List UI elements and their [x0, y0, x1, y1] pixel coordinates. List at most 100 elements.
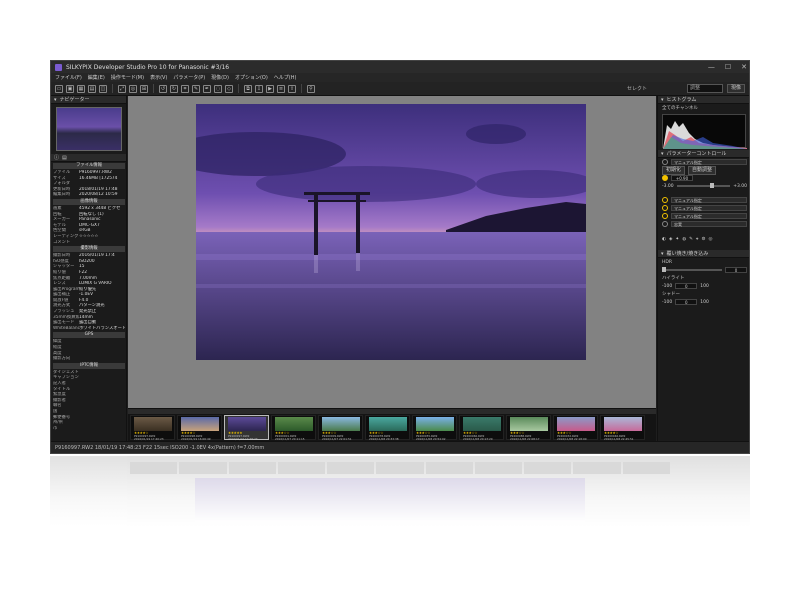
filmstrip-thumbnail[interactable]: ★★★☆☆P9260032.RW22016/11/08 22:18:00F5.6… [553, 415, 598, 444]
collapse-icon[interactable]: ▾ [661, 251, 664, 257]
collapse-icon[interactable]: ▾ [661, 151, 664, 157]
exposure-value[interactable]: +0.90 [671, 175, 693, 181]
view-single-icon[interactable]: ▣ [66, 84, 74, 93]
info-tab-exif-icon[interactable]: ▤ [62, 155, 67, 161]
rotate-right-icon[interactable]: ↻ [170, 84, 178, 93]
hdr-row: HDR [658, 258, 749, 266]
search-input[interactable]: 調整 [686, 84, 723, 93]
shoot-section[interactable]: 撮影情報 [53, 246, 125, 253]
image-section[interactable]: 画像情報 [53, 198, 125, 205]
navigator-header[interactable]: ▾ ナビゲーター [51, 96, 126, 104]
hdr-label: HDR [662, 259, 672, 265]
dropper-icon[interactable]: ✒ [203, 84, 211, 93]
iptc-section[interactable]: IPTC情報 [53, 362, 125, 369]
tool-icon-3[interactable]: ✦ [675, 237, 679, 242]
hdr-value[interactable]: 0 [725, 267, 747, 273]
rotate-left-icon[interactable]: ↺ [159, 84, 167, 93]
histogram-header[interactable]: ▾ ヒストグラム [658, 96, 749, 104]
view-strip-icon[interactable]: ▤ [88, 84, 96, 93]
minimize-icon[interactable]: — [708, 63, 715, 71]
select-label[interactable]: セレクト [627, 85, 647, 92]
main-photo[interactable] [196, 104, 586, 360]
maximize-icon[interactable]: ☐ [725, 63, 731, 71]
copy-params-icon[interactable]: ⧉ [244, 84, 252, 93]
info-key: 撮影方向 [53, 356, 71, 362]
dodge-header[interactable]: ▾ 覆い焼き/焼き込み [658, 250, 749, 258]
filmstrip-thumbnail[interactable]: ★★★☆☆P9260078.RW22016/11/08 20:33:38F6.3… [365, 415, 410, 444]
filmstrip-thumbnail[interactable]: ★★★★★P9160997.RW22016/01/19 17:48:23F22 … [224, 415, 269, 444]
crop-icon[interactable]: ⌗ [181, 84, 189, 93]
tag-icon[interactable]: ◇ [225, 84, 233, 93]
highlight-value[interactable]: 0 [675, 283, 698, 289]
info-tabs[interactable]: ⓘ ▤ [51, 154, 126, 162]
menu-help[interactable]: ヘルプ(H) [274, 74, 297, 81]
spot-icon[interactable]: ◌ [214, 84, 222, 93]
menu-mode[interactable]: 操作モード(M) [111, 74, 144, 81]
filmstrip-thumbnail[interactable]: ★★★★☆P9160998.RW22016/01/19 16:06:49F4.0… [177, 415, 222, 444]
grid-overlay-icon[interactable]: ⊞ [140, 84, 148, 93]
menu-parameter[interactable]: パラメータ(P) [173, 74, 205, 81]
tool-icon-5[interactable]: ✎ [689, 237, 693, 242]
menu-view[interactable]: 表示(V) [150, 74, 167, 81]
tool-icon-4[interactable]: ◍ [682, 237, 686, 242]
torii-sunset-photo [196, 104, 586, 360]
color-dropdown[interactable]: マニュアル指定 [671, 213, 747, 219]
hdr-slider[interactable] [662, 267, 722, 272]
filmstrip-thumbnail[interactable]: ★★★☆☆P9260001.RW22016/11/07 20:11:15F7.1… [271, 415, 316, 444]
view-compare-icon[interactable]: ◫ [99, 84, 107, 93]
menu-edit[interactable]: 編集(E) [88, 74, 105, 81]
wb-dropdown[interactable]: マニュアル指定 [671, 197, 747, 203]
filmstrip-thumbnail[interactable]: ★★★☆☆P9260009.RW22016/11/07 22:01:51F5.3… [318, 415, 363, 444]
exposure-knob[interactable] [709, 183, 714, 188]
magnifier-icon[interactable]: ⚲ [307, 84, 315, 93]
batch-icon[interactable]: ≡ [277, 84, 285, 93]
shadow-max: 100 [700, 299, 709, 305]
close-icon[interactable]: ✕ [741, 63, 747, 71]
view-grid-icon[interactable]: ▦ [77, 84, 85, 93]
filmstrip-thumbnail[interactable]: ★★★☆☆P9260055.RW22016/11/08 20:54:02F5.6… [412, 415, 457, 444]
tool-icon-7[interactable]: ⚙ [701, 237, 705, 242]
toolbar-right: セレクト 調整 現像 [627, 84, 745, 93]
info-key: WhiteBalance [53, 325, 79, 331]
zoom-fit-icon[interactable]: ⤢ [118, 84, 126, 93]
tone-dropdown[interactable]: マニュアル指定 [671, 205, 747, 211]
param-header[interactable]: ▾ パラメーターコントロール [658, 150, 749, 158]
histogram-mode[interactable]: 全てのチャンネル [662, 105, 698, 111]
toolbar: ▭ ▣ ▦ ▤ ◫ ⤢ ◎ ⊞ ↺ ↻ ⌗ ✎ ✒ ◌ ◇ ⧉ ⇩ ▶ ≡ ⇪ … [51, 82, 749, 96]
collapse-icon[interactable]: ▾ [661, 97, 664, 103]
navigator-thumbnail[interactable] [56, 107, 122, 151]
tool-icon-1[interactable]: ◐ [662, 237, 666, 242]
tool-icon-6[interactable]: ⌖ [696, 236, 699, 242]
filmstrip-thumbnail[interactable]: ★★★★☆P9160997.RW22016/01/19 17:40:23F5.6… [130, 415, 175, 444]
shadow-value[interactable]: 0 [675, 299, 698, 305]
init-row: 初期化 自動調整 [658, 165, 749, 175]
file-section[interactable]: ファイル情報 [53, 163, 125, 169]
tool-icon-8[interactable]: ◎ [709, 237, 713, 242]
preview-area[interactable] [128, 96, 656, 414]
filmstrip-thumbnail[interactable]: ★★★☆☆P9260088.RW22016/11/08 22:08:17F5.6… [506, 415, 551, 444]
collapse-icon[interactable]: ▾ [54, 97, 57, 103]
menu-develop[interactable]: 現像(D) [211, 74, 229, 81]
std-dropdown[interactable]: 忠実 [671, 221, 747, 227]
develop-button[interactable]: 現像 [726, 84, 745, 93]
pen-icon[interactable]: ✎ [192, 84, 200, 93]
hdr-knob[interactable] [662, 267, 666, 272]
info-tab-icon[interactable]: ⓘ [54, 154, 59, 161]
auto-adjust-button[interactable]: 自動調整 [688, 165, 717, 175]
exposure-slider[interactable] [676, 183, 731, 188]
thumbnail-image [181, 417, 219, 431]
gps-section[interactable]: GPS [53, 332, 125, 339]
open-folder-icon[interactable]: ▭ [55, 84, 63, 93]
export-icon[interactable]: ⇪ [288, 84, 296, 93]
tool-icon-2[interactable]: ◈ [669, 237, 672, 242]
zoom-100-icon[interactable]: ◎ [129, 84, 137, 93]
filmstrip-thumbnail[interactable]: ★★★★☆P9260046.RW22016/11/08 22:45:51F5.6… [600, 415, 645, 444]
develop-icon[interactable]: ▶ [266, 84, 274, 93]
initialize-button[interactable]: 初期化 [662, 165, 686, 175]
exposure-min: -3.00 [662, 183, 674, 189]
paste-params-icon[interactable]: ⇩ [255, 84, 263, 93]
menu-file[interactable]: ファイル(F) [55, 74, 82, 81]
filmstrip-thumbnail[interactable]: ★★★☆☆P9260066.RW22016/11/08 20:13:20F5.6… [459, 415, 504, 444]
menu-options[interactable]: オプション(O) [235, 74, 268, 81]
taste-dropdown[interactable]: マニュアル指定 [671, 159, 747, 165]
